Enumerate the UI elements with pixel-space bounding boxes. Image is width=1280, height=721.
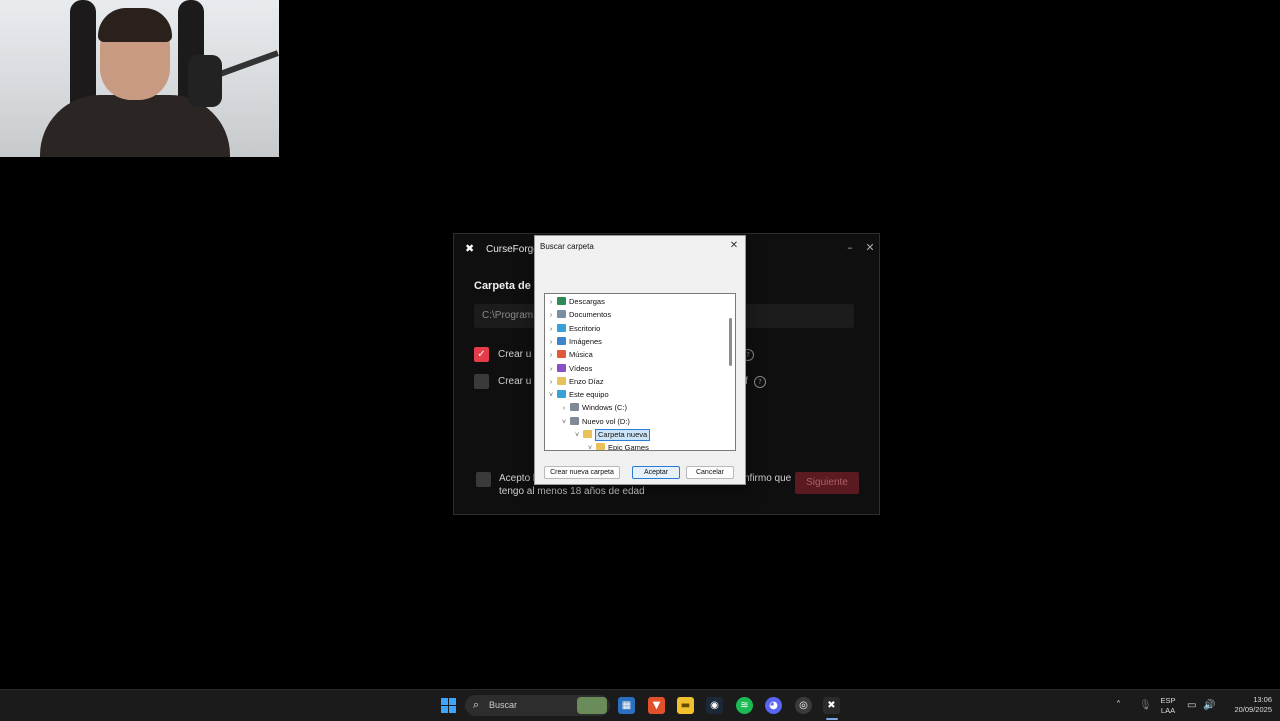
tree-item[interactable]: ˅ Este equipo xyxy=(547,388,609,401)
language-line2: LAA xyxy=(1160,706,1176,715)
folder-icon xyxy=(557,363,566,372)
chevron-right-icon[interactable]: › xyxy=(547,309,555,322)
tree-item-label: Enzo Díaz xyxy=(569,376,604,386)
accept-terms-checkbox[interactable] xyxy=(476,472,491,487)
folder-tree[interactable]: › Descargas › Documentos › Escritorio › Imágene… xyxy=(544,293,736,451)
file-explorer-icon[interactable]: ▬ xyxy=(677,697,694,714)
option1-checkbox[interactable]: ✓ xyxy=(474,347,489,362)
folder-icon xyxy=(583,430,592,438)
tree-item[interactable]: › Windows (C:) xyxy=(560,401,627,414)
search-icon: ⌕ xyxy=(473,698,480,711)
tree-item-label: Imágenes xyxy=(569,336,602,346)
folder-icon xyxy=(557,297,566,305)
folder-icon xyxy=(557,376,566,385)
tree-item-label: Windows (C:) xyxy=(582,403,628,413)
store-icon[interactable]: ▦ xyxy=(618,697,635,714)
new-folder-button[interactable]: Crear nueva carpeta xyxy=(544,466,620,479)
tree-item-label: Documentos xyxy=(569,310,612,320)
chevron-right-icon[interactable]: › xyxy=(547,363,555,376)
folder-icon xyxy=(570,416,579,425)
person-hair xyxy=(98,8,172,42)
network-icon[interactable]: ▭ xyxy=(1187,700,1196,711)
curseforge-logo-icon: ✖ xyxy=(465,242,475,255)
option2-checkbox[interactable] xyxy=(474,374,489,389)
windows-start-icon[interactable] xyxy=(440,697,457,714)
chevron-down-icon[interactable]: ˅ xyxy=(586,442,594,450)
chevron-down-icon[interactable]: ˅ xyxy=(560,416,568,429)
search-highlight-image xyxy=(577,697,607,714)
tree-item[interactable]: › Enzo Díaz xyxy=(547,375,604,388)
steam-icon[interactable]: ◉ xyxy=(706,697,723,714)
tree-item[interactable]: › Vídeos xyxy=(547,362,592,375)
tree-item[interactable]: › Imágenes xyxy=(547,335,602,348)
tree-item-label: Vídeos xyxy=(569,363,593,373)
language-line1: ESP xyxy=(1160,696,1176,705)
clock-time: 13:06 xyxy=(1253,695,1272,704)
tree-item[interactable]: ˅ Carpeta nueva xyxy=(573,428,651,442)
browse-folder-dialog: Buscar carpeta ✕ › Descargas › Documentos › E… xyxy=(534,235,746,485)
taskbar-search[interactable]: ⌕ Buscar xyxy=(465,695,610,716)
tree-item[interactable]: › Documentos xyxy=(547,308,611,321)
tree-item[interactable]: › Escritorio xyxy=(547,322,600,335)
microphone xyxy=(188,55,222,107)
search-placeholder: Buscar xyxy=(489,700,518,710)
curseforge-icon[interactable]: ✖ xyxy=(823,697,840,714)
folder-icon xyxy=(557,336,566,345)
taskbar: ⌕ Buscar ▦ ▼ ▬ ◉ ≋ ◕ ◎ ✖ ˄ 🎙 ESP LAA ▭ 🔊… xyxy=(0,689,1280,721)
clock[interactable]: 13:06 20/09/2025 xyxy=(1222,695,1272,715)
chevron-down-icon[interactable]: ˅ xyxy=(573,429,581,442)
option2-label: Crear u xyxy=(498,376,532,387)
chevron-right-icon[interactable]: › xyxy=(547,376,555,389)
chevron-right-icon[interactable]: › xyxy=(560,402,568,415)
tree-item[interactable]: ˅ Epic Games xyxy=(586,441,649,451)
discord-icon[interactable]: ◕ xyxy=(765,697,782,714)
spotify-icon[interactable]: ≋ xyxy=(736,697,753,714)
folder-icon xyxy=(557,350,566,359)
guitar-image xyxy=(70,0,96,110)
next-button[interactable]: Siguiente xyxy=(795,472,859,494)
folder-icon xyxy=(557,323,566,332)
tree-item[interactable]: ˅ Nuevo vol (D:) xyxy=(560,415,630,428)
tree-item[interactable]: › Música xyxy=(547,348,593,361)
minimize-button[interactable]: – xyxy=(842,240,858,256)
volume-icon[interactable]: 🔊 xyxy=(1203,700,1215,711)
folder-icon xyxy=(570,403,579,412)
folder-icon xyxy=(557,390,566,399)
tree-item-label: Este equipo xyxy=(569,390,609,400)
ok-button[interactable]: Aceptar xyxy=(632,466,680,479)
tree-item-label: Descargas xyxy=(569,297,605,306)
close-button[interactable]: ✕ xyxy=(862,240,878,256)
accept-age-text: tengo al menos 18 años de edad xyxy=(499,486,645,497)
chevron-right-icon[interactable]: › xyxy=(547,336,555,349)
accept-terms-text-end: nfirmo que xyxy=(744,473,792,484)
dialog-title: Buscar carpeta xyxy=(540,242,594,251)
tree-item-label: Carpeta nueva xyxy=(595,429,651,441)
folder-icon xyxy=(557,310,566,319)
clock-date: 20/09/2025 xyxy=(1234,705,1272,714)
tree-item-label: Escritorio xyxy=(569,323,601,333)
option1-label: Crear u xyxy=(498,349,532,360)
chevron-right-icon[interactable]: › xyxy=(547,349,555,362)
language-indicator[interactable]: ESP LAA xyxy=(1158,696,1178,716)
chevron-down-icon[interactable]: ˅ xyxy=(547,389,555,402)
tree-item-label: Nuevo vol (D:) xyxy=(582,416,630,426)
chevron-right-icon[interactable]: › xyxy=(547,296,555,309)
chrome-icon[interactable]: ◎ xyxy=(795,697,812,714)
tree-scrollbar[interactable] xyxy=(729,318,732,366)
window-title: CurseForge xyxy=(486,244,539,255)
brave-icon[interactable]: ▼ xyxy=(648,697,665,714)
install-folder-label: Carpeta de i xyxy=(474,280,537,292)
show-hidden-icons-chevron-up-icon[interactable]: ˄ xyxy=(1116,700,1121,711)
tree-item-label: Epic Games xyxy=(608,443,649,451)
folder-icon xyxy=(596,443,605,450)
help-icon[interactable]: ? xyxy=(754,376,766,388)
tree-item-label: Música xyxy=(569,350,593,360)
microphone-icon[interactable]: 🎙 xyxy=(1139,700,1152,711)
webcam-overlay xyxy=(0,0,279,157)
cancel-button[interactable]: Cancelar xyxy=(686,466,734,479)
accept-terms-text-start: Acepto l xyxy=(499,473,536,484)
chevron-right-icon[interactable]: › xyxy=(547,323,555,336)
dialog-close-button[interactable]: ✕ xyxy=(727,239,741,253)
tree-item[interactable]: › Descargas xyxy=(547,295,605,308)
